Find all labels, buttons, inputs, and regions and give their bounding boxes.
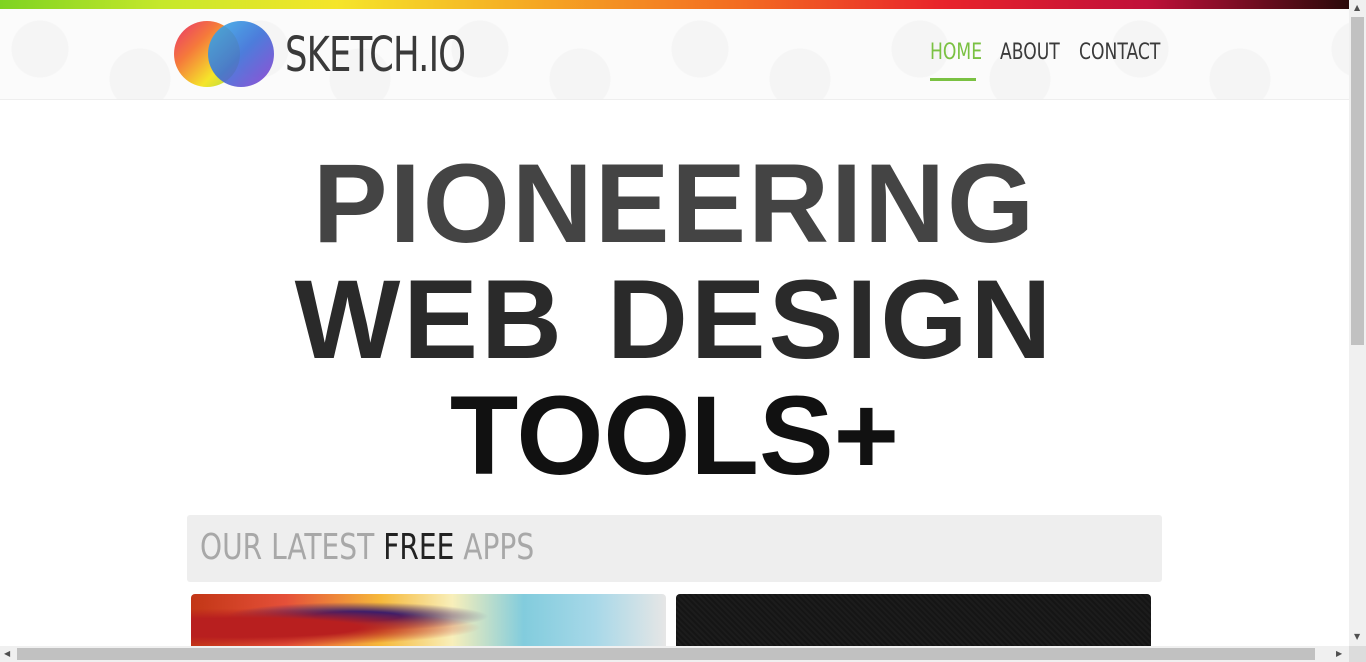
app-card-colorful[interactable] xyxy=(191,594,666,650)
apps-title-post: APPS xyxy=(454,527,535,568)
latest-apps-title: OUR LATEST FREE APPS xyxy=(200,525,534,571)
nav-home[interactable]: HOME xyxy=(930,40,982,65)
apps-title-pre: OUR LATEST xyxy=(200,527,384,568)
top-rainbow-bar xyxy=(0,0,1349,9)
arrow-left-icon[interactable]: ◀ xyxy=(4,650,10,658)
scrollbar-corner xyxy=(1349,646,1366,662)
nav-contact[interactable]: CONTACT xyxy=(1079,40,1160,65)
arrow-up-icon[interactable]: ▲ xyxy=(1354,4,1360,12)
apps-title-strong: FREE xyxy=(383,527,455,568)
arrow-right-icon[interactable]: ▶ xyxy=(1336,650,1342,658)
logo-icon[interactable] xyxy=(173,19,275,89)
latest-apps-header: OUR LATEST FREE APPS xyxy=(187,515,1162,582)
nav-about[interactable]: ABOUT xyxy=(1000,40,1060,65)
site-logo-text[interactable]: SKETCH.IO xyxy=(285,27,466,83)
horizontal-scrollbar-thumb[interactable] xyxy=(17,648,1315,660)
hero-line-3: TOOLS+ xyxy=(449,373,900,498)
vertical-scrollbar-thumb[interactable] xyxy=(1351,17,1364,345)
hero-line-2: WEB DESIGN xyxy=(294,257,1055,382)
arrow-down-icon[interactable]: ▼ xyxy=(1354,633,1360,641)
hero-line-1: PIONEERING xyxy=(312,141,1037,266)
app-card-dark[interactable] xyxy=(676,594,1151,650)
nav-active-underline xyxy=(930,78,976,81)
